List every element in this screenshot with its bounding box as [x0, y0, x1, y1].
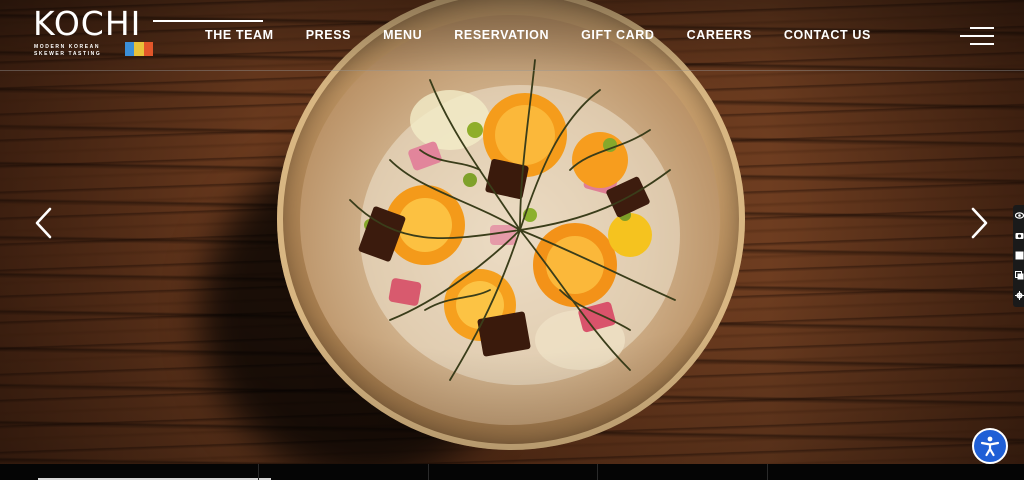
chevron-right-icon	[971, 207, 988, 239]
slide-progress-bar	[38, 478, 271, 480]
main-nav: THE TEAM PRESS MENU RESERVATION GIFT CAR…	[205, 27, 903, 43]
pagination-divider-3	[597, 464, 598, 480]
pagination-divider-2	[428, 464, 429, 480]
chevron-left-icon	[35, 207, 52, 239]
hamburger-line-bottom	[970, 43, 994, 45]
slider-prev-button[interactable]	[32, 206, 56, 240]
tool-eye[interactable]	[1013, 207, 1024, 227]
logo-badge-icon	[125, 42, 153, 56]
tool-copy[interactable]	[1013, 267, 1024, 287]
pagination-divider-4	[767, 464, 768, 480]
hamburger-menu-icon[interactable]	[960, 24, 994, 48]
nav-contact-us[interactable]: CONTACT US	[784, 27, 871, 43]
slider-next-button[interactable]	[967, 206, 991, 240]
tool-square[interactable]	[1013, 247, 1024, 267]
logo-rule	[153, 20, 263, 22]
nav-press[interactable]: PRESS	[306, 27, 351, 43]
top-navbar: KOCHI MODERN KOREAN SKEWER TASTING THE T…	[0, 0, 1024, 71]
brand-name: KOCHI	[33, 4, 142, 43]
camera-icon	[1015, 233, 1024, 239]
nav-careers[interactable]: CAREERS	[687, 27, 752, 43]
square-icon	[1015, 251, 1024, 260]
nav-gift-card[interactable]: GIFT CARD	[581, 27, 654, 43]
nav-menu[interactable]: MENU	[383, 27, 422, 43]
gear-icon	[1015, 291, 1024, 300]
brand-tagline-line2: SKEWER TASTING	[34, 51, 102, 57]
badge-red	[143, 42, 153, 56]
badge-yellow	[134, 42, 144, 56]
tool-camera[interactable]	[1013, 227, 1024, 247]
slide-pagination-strip	[0, 464, 1024, 480]
hamburger-line-top	[970, 27, 994, 29]
copy-icon	[1015, 271, 1024, 280]
brand-tagline-line1: MODERN KOREAN	[34, 44, 101, 50]
pagination-divider-1	[258, 464, 259, 480]
brand-logo[interactable]: KOCHI MODERN KOREAN SKEWER TASTING	[33, 4, 263, 61]
nav-reservation[interactable]: RESERVATION	[454, 27, 549, 43]
side-tool-panel	[1013, 205, 1024, 307]
eye-icon	[1015, 212, 1024, 219]
nav-the-team[interactable]: THE TEAM	[205, 27, 274, 43]
badge-blue	[125, 42, 135, 56]
hamburger-line-mid	[960, 35, 994, 37]
accessibility-icon	[980, 436, 1000, 457]
tool-settings[interactable]	[1013, 287, 1024, 307]
accessibility-button[interactable]	[972, 428, 1008, 464]
